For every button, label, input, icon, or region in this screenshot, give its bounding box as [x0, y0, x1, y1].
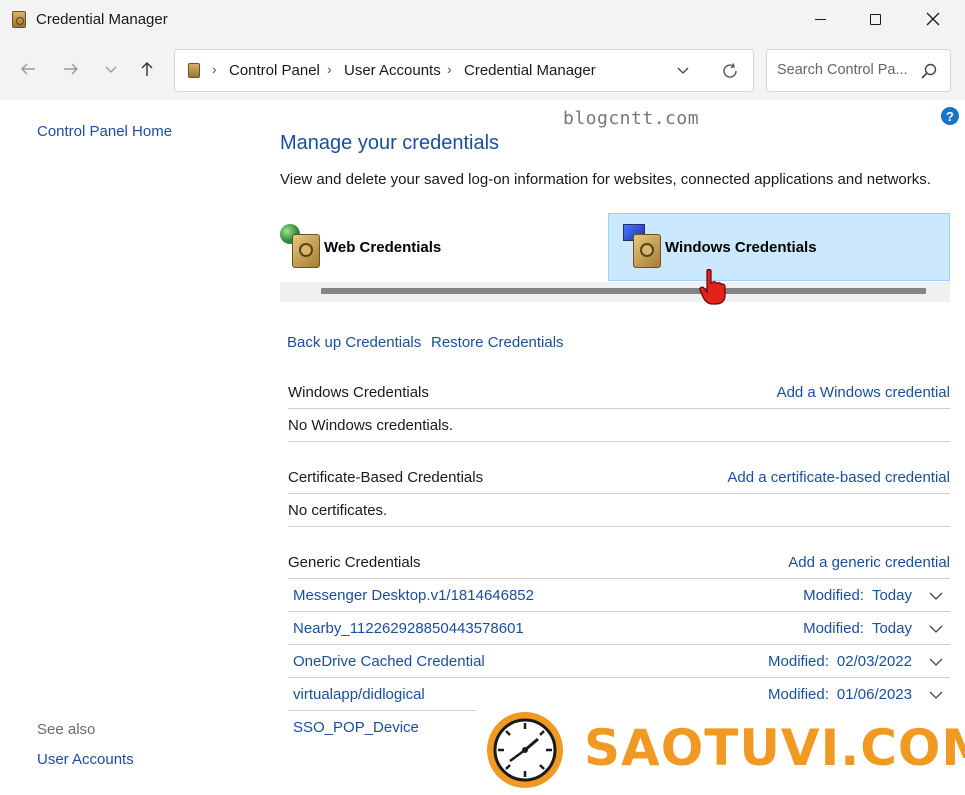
chevron-down-icon[interactable] [928, 654, 944, 670]
page-description: View and delete your saved log-on inform… [280, 171, 931, 188]
no-windows-credentials-text: No Windows credentials. [288, 417, 454, 434]
modified-label: Modified: [768, 653, 829, 670]
brand-text: SAOTUVI.COM [584, 719, 965, 777]
chevron-down-icon[interactable] [928, 588, 944, 604]
main-content: blogcntt.com ? Manage your credentials V… [258, 100, 965, 795]
divider [288, 441, 950, 442]
breadcrumb-control-panel[interactable]: Control Panel [229, 62, 320, 79]
refresh-icon [723, 63, 737, 78]
breadcrumb-separator-icon: › [447, 61, 452, 77]
navigation-bar: › Control Panel › User Accounts › Creden… [0, 38, 965, 100]
credential-name[interactable]: SSO_POP_Device [293, 719, 419, 736]
minimize-icon [814, 18, 826, 20]
divider [288, 526, 950, 527]
modified-date: Today [871, 587, 912, 604]
credential-name[interactable]: Messenger Desktop.v1/1814646852 [293, 587, 534, 604]
recent-locations-button[interactable] [96, 54, 126, 84]
modified-date: 01/06/2023 [836, 686, 912, 703]
windows-credentials-icon [621, 224, 661, 270]
divider [288, 408, 950, 409]
credential-manager-icon [12, 11, 26, 28]
watermark-text: blogcntt.com [563, 108, 700, 129]
modified-date: 02/03/2022 [836, 653, 912, 670]
user-accounts-link[interactable]: User Accounts [37, 751, 134, 768]
up-button[interactable] [132, 54, 162, 84]
divider [288, 493, 950, 494]
close-icon [926, 12, 940, 26]
tab-windows-credentials[interactable]: Windows Credentials [608, 213, 950, 281]
credential-name[interactable]: OneDrive Cached Credential [293, 653, 485, 670]
modified-label: Modified: [803, 587, 864, 604]
forward-button[interactable] [56, 54, 86, 84]
maximize-icon [869, 13, 881, 25]
search-icon [921, 63, 937, 79]
chevron-down-icon [677, 67, 689, 74]
control-panel-home-link[interactable]: Control Panel Home [37, 123, 172, 140]
section-label: Windows Credentials [288, 384, 429, 401]
close-button[interactable] [910, 0, 956, 38]
arrow-up-icon [141, 62, 153, 76]
back-button[interactable] [13, 54, 43, 84]
windows-credentials-section-header: Windows Credentials Add a Windows creden… [288, 384, 950, 414]
credential-modified: Modified: 01/06/2023 [768, 686, 912, 703]
address-history-button[interactable] [672, 59, 694, 81]
address-bar[interactable]: › Control Panel › User Accounts › Creden… [174, 49, 754, 92]
scrollbar-thumb[interactable] [321, 288, 926, 294]
credential-name[interactable]: Nearby_11226292885044357860​1 [293, 620, 524, 637]
credential-manager-icon [188, 63, 200, 78]
restore-credentials-link[interactable]: Restore Credentials [431, 334, 564, 351]
tab-web-credentials[interactable]: Web Credentials [280, 213, 600, 281]
modified-label: Modified: [768, 686, 829, 703]
clock-logo-icon [487, 712, 563, 788]
search-placeholder: Search Control Pa... [777, 62, 907, 78]
certificate-credentials-section-header: Certificate-Based Credentials Add a cert… [288, 469, 950, 499]
horizontal-scrollbar[interactable] [280, 282, 950, 302]
breadcrumb-separator-icon: › [327, 61, 332, 77]
breadcrumb-credential-manager[interactable]: Credential Manager [464, 62, 596, 79]
section-label: Certificate-Based Credentials [288, 469, 484, 486]
arrow-left-icon [21, 63, 35, 75]
credential-row[interactable]: OneDrive Cached Credential Modified: 02/0… [288, 645, 950, 678]
window-title: Credential Manager [36, 11, 168, 28]
help-icon[interactable]: ? [941, 107, 959, 125]
tab-windows-credentials-label: Windows Credentials [665, 238, 817, 256]
refresh-button[interactable] [718, 59, 742, 83]
add-generic-credential-link[interactable]: Add a generic credential [788, 554, 950, 571]
left-pane: Control Panel Home See also User Account… [0, 100, 258, 795]
page-title: Manage your credentials [280, 132, 500, 154]
credential-modified: Modified: Today [803, 587, 912, 604]
credential-row[interactable]: Messenger Desktop.v1/1814646852 Modified… [288, 579, 950, 612]
add-certificate-credential-link[interactable]: Add a certificate-based credential [727, 469, 950, 486]
chevron-down-icon[interactable] [928, 621, 944, 637]
maximize-button[interactable] [852, 0, 898, 38]
minimize-button[interactable] [797, 0, 843, 38]
credential-name[interactable]: virtualapp/didlogical [293, 686, 425, 703]
no-certificates-text: No certificates. [288, 502, 388, 519]
backup-credentials-link[interactable]: Back up Credentials [287, 334, 421, 351]
breadcrumb-user-accounts[interactable]: User Accounts [344, 62, 441, 79]
tab-web-credentials-label: Web Credentials [324, 238, 442, 256]
chevron-down-icon[interactable] [928, 687, 944, 703]
breadcrumb-separator-icon: › [212, 61, 217, 77]
add-windows-credential-link[interactable]: Add a Windows credential [777, 384, 950, 401]
modified-label: Modified: [803, 620, 864, 637]
brand-watermark: SAOTUVI.COM [476, 705, 965, 795]
hand-cursor-icon [699, 268, 726, 305]
chevron-down-icon [105, 66, 117, 73]
web-credentials-icon [280, 224, 320, 270]
credential-row[interactable]: Nearby_11226292885044357860​1 Modified: T… [288, 612, 950, 645]
search-input[interactable]: Search Control Pa... [766, 49, 951, 92]
credential-modified: Modified: Today [803, 620, 912, 637]
title-bar: Credential Manager [0, 0, 965, 38]
see-also-heading: See also [37, 721, 96, 738]
modified-date: Today [871, 620, 912, 637]
credential-modified: Modified: 02/03/2022 [768, 653, 912, 670]
arrow-right-icon [64, 63, 78, 75]
section-label: Generic Credentials [288, 554, 421, 571]
